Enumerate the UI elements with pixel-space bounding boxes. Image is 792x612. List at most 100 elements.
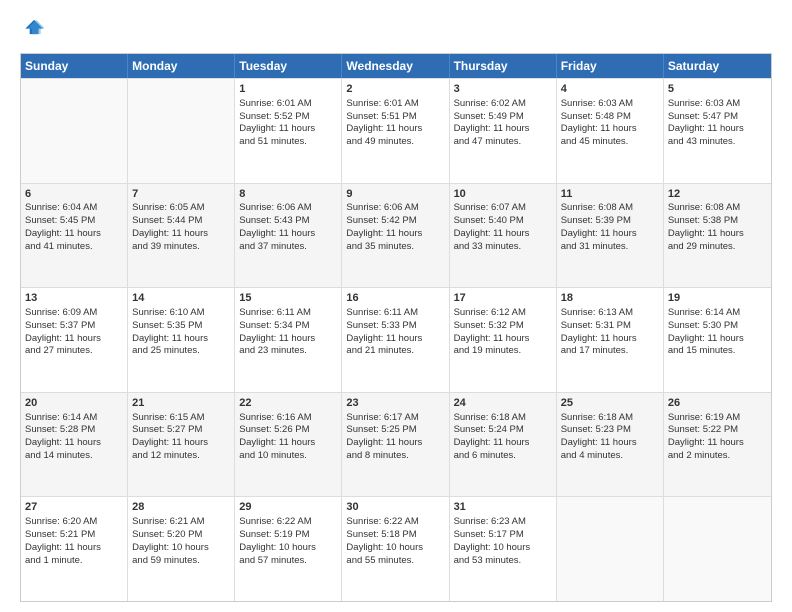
cell-line: Daylight: 11 hours	[561, 123, 659, 136]
cell-line: Sunset: 5:35 PM	[132, 320, 230, 333]
cell-line: Daylight: 11 hours	[346, 333, 444, 346]
cell-line: and 4 minutes.	[561, 450, 659, 463]
day-number: 8	[239, 187, 337, 202]
header-day-thursday: Thursday	[450, 54, 557, 78]
cell-line: Sunrise: 6:20 AM	[25, 516, 123, 529]
cell-line: Sunset: 5:42 PM	[346, 215, 444, 228]
cell-line: Sunrise: 6:23 AM	[454, 516, 552, 529]
cell-line: Sunset: 5:32 PM	[454, 320, 552, 333]
cal-cell	[557, 497, 664, 601]
day-number: 9	[346, 187, 444, 202]
day-number: 6	[25, 187, 123, 202]
cell-line: Sunrise: 6:02 AM	[454, 98, 552, 111]
cell-line: Sunrise: 6:14 AM	[668, 307, 767, 320]
cell-line: Daylight: 11 hours	[239, 437, 337, 450]
cell-line: and 17 minutes.	[561, 345, 659, 358]
cell-line: and 33 minutes.	[454, 241, 552, 254]
cell-line: Sunrise: 6:04 AM	[25, 202, 123, 215]
cell-line: and 25 minutes.	[132, 345, 230, 358]
cal-cell	[128, 79, 235, 183]
day-number: 14	[132, 291, 230, 306]
cell-line: Sunset: 5:34 PM	[239, 320, 337, 333]
cell-line: Daylight: 11 hours	[346, 228, 444, 241]
cal-cell: 31Sunrise: 6:23 AMSunset: 5:17 PMDayligh…	[450, 497, 557, 601]
cell-line: Daylight: 11 hours	[454, 228, 552, 241]
logo-icon	[22, 16, 44, 38]
cell-line: and 51 minutes.	[239, 136, 337, 149]
cell-line: and 2 minutes.	[668, 450, 767, 463]
day-number: 30	[346, 500, 444, 515]
logo	[20, 16, 48, 43]
day-number: 11	[561, 187, 659, 202]
cell-line: Sunset: 5:43 PM	[239, 215, 337, 228]
cell-line: Sunset: 5:38 PM	[668, 215, 767, 228]
cell-line: Daylight: 11 hours	[25, 228, 123, 241]
cell-line: Sunset: 5:52 PM	[239, 111, 337, 124]
cell-line: Sunrise: 6:03 AM	[668, 98, 767, 111]
calendar-body: 1Sunrise: 6:01 AMSunset: 5:52 PMDaylight…	[21, 78, 771, 601]
cell-line: Sunset: 5:27 PM	[132, 424, 230, 437]
cell-line: Sunrise: 6:10 AM	[132, 307, 230, 320]
cell-line: Daylight: 11 hours	[239, 228, 337, 241]
cell-line: Sunset: 5:24 PM	[454, 424, 552, 437]
cell-line: Sunrise: 6:21 AM	[132, 516, 230, 529]
cell-line: Sunrise: 6:22 AM	[346, 516, 444, 529]
cell-line: and 19 minutes.	[454, 345, 552, 358]
day-number: 24	[454, 396, 552, 411]
cal-cell: 7Sunrise: 6:05 AMSunset: 5:44 PMDaylight…	[128, 184, 235, 288]
cell-line: Sunrise: 6:08 AM	[561, 202, 659, 215]
cal-cell: 1Sunrise: 6:01 AMSunset: 5:52 PMDaylight…	[235, 79, 342, 183]
header-day-tuesday: Tuesday	[235, 54, 342, 78]
cell-line: Daylight: 11 hours	[561, 437, 659, 450]
cell-line: Sunrise: 6:06 AM	[346, 202, 444, 215]
cell-line: Sunset: 5:51 PM	[346, 111, 444, 124]
cell-line: and 15 minutes.	[668, 345, 767, 358]
cal-cell: 18Sunrise: 6:13 AMSunset: 5:31 PMDayligh…	[557, 288, 664, 392]
cell-line: Sunset: 5:49 PM	[454, 111, 552, 124]
cell-line: and 45 minutes.	[561, 136, 659, 149]
day-number: 1	[239, 82, 337, 97]
cell-line: Daylight: 11 hours	[668, 437, 767, 450]
day-number: 16	[346, 291, 444, 306]
cell-line: Sunset: 5:30 PM	[668, 320, 767, 333]
cell-line: Sunrise: 6:01 AM	[239, 98, 337, 111]
cell-line: Sunset: 5:37 PM	[25, 320, 123, 333]
cal-cell: 21Sunrise: 6:15 AMSunset: 5:27 PMDayligh…	[128, 393, 235, 497]
header	[20, 16, 772, 43]
day-number: 28	[132, 500, 230, 515]
cell-line: Sunset: 5:18 PM	[346, 529, 444, 542]
cell-line: Daylight: 10 hours	[454, 542, 552, 555]
day-number: 5	[668, 82, 767, 97]
cal-cell: 11Sunrise: 6:08 AMSunset: 5:39 PMDayligh…	[557, 184, 664, 288]
cell-line: Daylight: 11 hours	[454, 437, 552, 450]
day-number: 20	[25, 396, 123, 411]
cal-cell: 8Sunrise: 6:06 AMSunset: 5:43 PMDaylight…	[235, 184, 342, 288]
day-number: 29	[239, 500, 337, 515]
cell-line: Sunrise: 6:01 AM	[346, 98, 444, 111]
cell-line: Sunrise: 6:19 AM	[668, 412, 767, 425]
cell-line: Daylight: 11 hours	[239, 333, 337, 346]
cell-line: Sunrise: 6:12 AM	[454, 307, 552, 320]
cal-cell: 23Sunrise: 6:17 AMSunset: 5:25 PMDayligh…	[342, 393, 449, 497]
cal-cell	[21, 79, 128, 183]
cell-line: Sunrise: 6:07 AM	[454, 202, 552, 215]
cal-cell: 28Sunrise: 6:21 AMSunset: 5:20 PMDayligh…	[128, 497, 235, 601]
cell-line: Daylight: 11 hours	[132, 228, 230, 241]
day-number: 7	[132, 187, 230, 202]
cell-line: Sunrise: 6:18 AM	[454, 412, 552, 425]
cal-cell: 16Sunrise: 6:11 AMSunset: 5:33 PMDayligh…	[342, 288, 449, 392]
day-number: 22	[239, 396, 337, 411]
cal-cell: 20Sunrise: 6:14 AMSunset: 5:28 PMDayligh…	[21, 393, 128, 497]
header-day-saturday: Saturday	[664, 54, 771, 78]
header-day-sunday: Sunday	[21, 54, 128, 78]
cell-line: Sunrise: 6:09 AM	[25, 307, 123, 320]
cal-cell: 3Sunrise: 6:02 AMSunset: 5:49 PMDaylight…	[450, 79, 557, 183]
header-day-monday: Monday	[128, 54, 235, 78]
cell-line: and 27 minutes.	[25, 345, 123, 358]
cal-cell: 29Sunrise: 6:22 AMSunset: 5:19 PMDayligh…	[235, 497, 342, 601]
cell-line: Sunrise: 6:13 AM	[561, 307, 659, 320]
cell-line: and 10 minutes.	[239, 450, 337, 463]
week-row-1: 6Sunrise: 6:04 AMSunset: 5:45 PMDaylight…	[21, 183, 771, 288]
day-number: 23	[346, 396, 444, 411]
day-number: 3	[454, 82, 552, 97]
